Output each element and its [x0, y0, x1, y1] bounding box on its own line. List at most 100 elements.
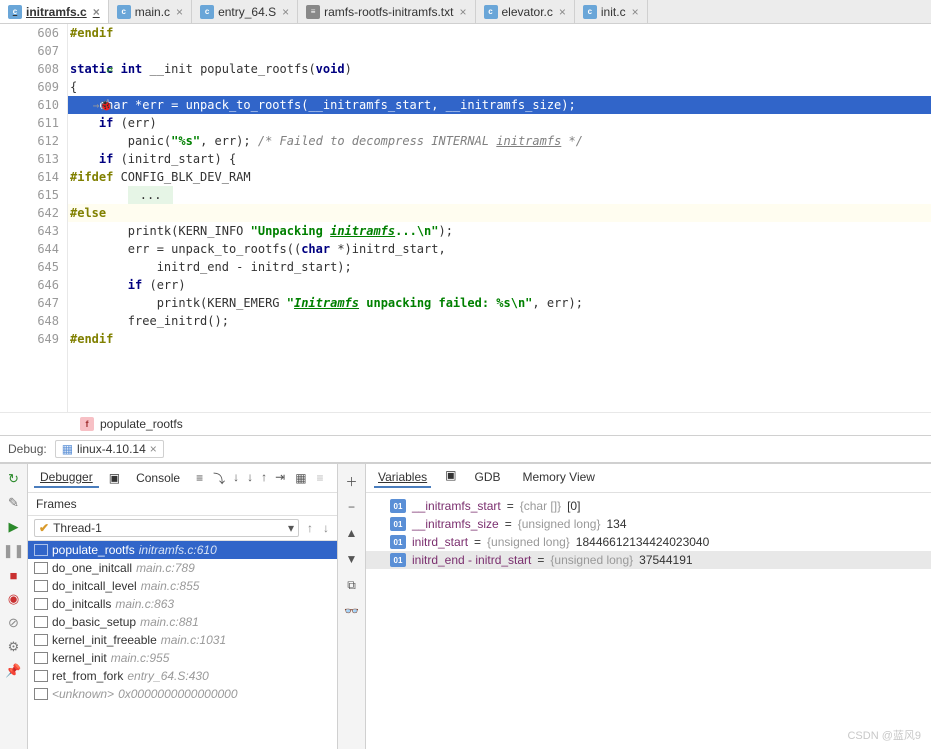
variables-tab[interactable]: Variables	[374, 468, 431, 488]
up-button[interactable]: ▲	[343, 524, 361, 542]
variable-row[interactable]: 01__initramfs_size = {unsigned long} 134	[366, 515, 931, 533]
frame-item[interactable]: ret_from_fork entry_64.S:430	[28, 667, 337, 685]
frame-icon	[34, 598, 48, 610]
frame-item[interactable]: kernel_init_freeable main.c:1031	[28, 631, 337, 649]
code-area[interactable]: #endif static int __init populate_rootfs…	[68, 24, 931, 412]
line-number[interactable]: 613	[0, 150, 59, 168]
c-file-icon: c	[583, 5, 597, 19]
tab-label: elevator.c	[502, 5, 553, 19]
frame-item[interactable]: do_one_initcall main.c:789	[28, 559, 337, 577]
close-icon[interactable]: ×	[150, 442, 157, 456]
line-number[interactable]: 614	[0, 168, 59, 186]
line-number[interactable]: 612	[0, 132, 59, 150]
close-icon[interactable]: ×	[176, 5, 183, 19]
variables-tabs: Variables ▣ GDB Memory View	[366, 464, 931, 493]
fold-placeholder[interactable]: ...	[128, 186, 174, 204]
view-breakpoints-button[interactable]: ◉	[5, 590, 23, 608]
line-number[interactable]: 615	[0, 186, 59, 204]
tab-label: ramfs-rootfs-initramfs.txt	[324, 5, 453, 19]
line-number[interactable]: 609	[0, 78, 59, 96]
line-number[interactable]: 646	[0, 276, 59, 294]
chevron-down-icon: ▾	[288, 521, 294, 535]
breadcrumb-function[interactable]: populate_rootfs	[100, 417, 183, 431]
line-number[interactable]: 610→🐞	[0, 96, 59, 114]
debugger-tab[interactable]: Debugger	[34, 468, 99, 488]
frame-item[interactable]: do_basic_setup main.c:881	[28, 613, 337, 631]
debug-config[interactable]: ▦ linux-4.10.14 ×	[55, 440, 164, 458]
debug-config-name: linux-4.10.14	[77, 442, 146, 456]
tab-label: init.c	[601, 5, 626, 19]
frame-icon	[34, 562, 48, 574]
memory-view-tab[interactable]: Memory View	[519, 468, 599, 488]
var-badge-icon: 01	[390, 535, 406, 549]
thread-dropdown[interactable]: ✔ Thread-1 ▾	[34, 519, 299, 537]
frames-panel: Debugger ▣ Console ≡ ⤵ ↓ ↓ ↑ ⇥ ▦ ≡ Frame…	[28, 464, 338, 749]
tab-label: main.c	[135, 5, 170, 19]
down-button[interactable]: ▼	[343, 550, 361, 568]
mute-breakpoints-button[interactable]: ⊘	[5, 614, 23, 632]
rerun-button[interactable]: ↻	[5, 470, 23, 488]
next-frame-button[interactable]: ↓	[321, 521, 331, 535]
line-number[interactable]: 648	[0, 312, 59, 330]
variable-row[interactable]: 01__initramfs_start = {char []} [0]	[366, 497, 931, 515]
tab-elevator[interactable]: celevator.c×	[476, 0, 575, 23]
txt-file-icon: ≡	[306, 5, 320, 19]
console-play-icon: ▣	[109, 471, 120, 485]
debug-label: Debug:	[8, 442, 47, 456]
evaluate-icon[interactable]: ▦	[295, 471, 306, 485]
show-exec-point-icon[interactable]: ≡	[196, 471, 203, 485]
breadcrumb: f populate_rootfs	[0, 412, 931, 435]
line-number[interactable]: 643	[0, 222, 59, 240]
variable-row[interactable]: 01initrd_end - initrd_start = {unsigned …	[366, 551, 931, 569]
frame-item[interactable]: do_initcall_level main.c:855	[28, 577, 337, 595]
tab-init[interactable]: c init.c ×	[575, 0, 648, 23]
line-number[interactable]: 607	[0, 42, 59, 60]
close-icon[interactable]: ×	[632, 5, 639, 19]
copy-button[interactable]: ⧉	[343, 576, 361, 594]
line-number[interactable]: 606	[0, 24, 59, 42]
editor-tabs: cinitramfs.c× cmain.c× centry_64.S× ≡ram…	[0, 0, 931, 24]
line-number[interactable]: 649	[0, 330, 59, 348]
line-number[interactable]: 611	[0, 114, 59, 132]
variable-row[interactable]: 01initrd_start = {unsigned long} 1844661…	[366, 533, 931, 551]
show-watches-button[interactable]: 👓	[343, 602, 361, 620]
console-tab[interactable]: Console	[130, 469, 186, 487]
add-watch-button[interactable]: ＋	[343, 472, 361, 490]
pause-button[interactable]: ❚❚	[5, 542, 23, 560]
tab-ramfs-txt[interactable]: ≡ ramfs-rootfs-initramfs.txt ×	[298, 0, 475, 23]
line-number[interactable]: 647	[0, 294, 59, 312]
step-into-icon[interactable]: ↓	[233, 470, 239, 487]
more-icon[interactable]: ≡	[317, 471, 324, 485]
modify-run-button[interactable]: ✎	[5, 494, 23, 512]
close-icon[interactable]: ×	[459, 5, 466, 19]
close-icon[interactable]: ×	[93, 5, 100, 19]
line-number[interactable]: 645	[0, 258, 59, 276]
breakpoint-icon[interactable]: →🐞	[93, 97, 113, 115]
tab-initramfs[interactable]: cinitramfs.c×	[0, 0, 109, 23]
frame-item[interactable]: populate_rootfs initramfs.c:610	[28, 541, 337, 559]
line-number[interactable]: 608⇄	[0, 60, 59, 78]
resume-button[interactable]: ▶	[5, 518, 23, 536]
stop-button[interactable]: ■	[5, 566, 23, 584]
line-number[interactable]: 642	[0, 204, 59, 222]
tab-entry64[interactable]: centry_64.S×	[192, 0, 298, 23]
run-to-cursor-icon[interactable]: ⇥	[275, 470, 285, 487]
settings-button[interactable]: ⚙	[5, 638, 23, 656]
pin-button[interactable]: 📌	[5, 662, 23, 680]
step-over-icon[interactable]: ⤵	[213, 470, 225, 487]
frame-item[interactable]: do_initcalls main.c:863	[28, 595, 337, 613]
frame-item[interactable]: kernel_init main.c:955	[28, 649, 337, 667]
close-icon[interactable]: ×	[282, 5, 289, 19]
c-file-icon: c	[8, 5, 22, 19]
gdb-tab[interactable]: GDB	[470, 468, 504, 488]
variables-list: 01__initramfs_start = {char []} [0] 01__…	[366, 493, 931, 749]
variables-panel: Variables ▣ GDB Memory View 01__initramf…	[366, 464, 931, 749]
tab-main[interactable]: cmain.c×	[109, 0, 192, 23]
step-out-icon[interactable]: ↑	[261, 470, 267, 487]
force-step-into-icon[interactable]: ↓	[247, 470, 253, 487]
remove-watch-button[interactable]: −	[343, 498, 361, 516]
frame-item[interactable]: <unknown> 0x0000000000000000	[28, 685, 337, 703]
prev-frame-button[interactable]: ↑	[305, 521, 315, 535]
close-icon[interactable]: ×	[559, 5, 566, 19]
line-number[interactable]: 644	[0, 240, 59, 258]
